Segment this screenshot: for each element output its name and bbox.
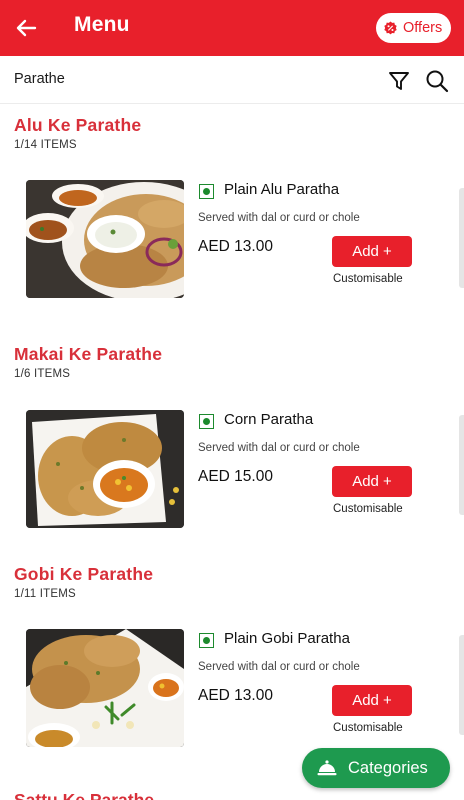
discount-badge-icon: [383, 20, 398, 36]
scroll-hint: [459, 415, 464, 515]
back-button[interactable]: [10, 12, 42, 44]
customisable-label: Customisable: [333, 722, 403, 734]
item-description: Served with dal or curd or chole: [198, 212, 360, 224]
item-price: AED 13.00: [198, 687, 273, 704]
food-image-alu-paratha[interactable]: [26, 180, 184, 298]
item-price: AED 13.00: [198, 238, 273, 255]
item-price: AED 15.00: [198, 468, 273, 485]
section-title: Makai Ke Parathe: [14, 344, 163, 364]
section-item-count: 1/6 ITEMS: [14, 368, 71, 380]
section-title: Gobi Ke Parathe: [14, 564, 154, 584]
item-name: Corn Paratha: [224, 411, 314, 428]
add-button[interactable]: Add +: [332, 466, 412, 497]
search-icon[interactable]: [424, 68, 450, 94]
filter-funnel-icon[interactable]: [387, 69, 411, 93]
menu-item-card[interactable]: Corn Paratha Served with dal or curd or …: [0, 410, 464, 528]
veg-indicator-icon: [199, 184, 214, 199]
section-title: Alu Ke Parathe: [14, 115, 142, 135]
offers-button[interactable]: Offers: [376, 13, 451, 43]
customisable-label: Customisable: [333, 503, 403, 515]
app-bar: Menu Offers: [0, 0, 464, 56]
menu-item-card[interactable]: Plain Alu Paratha Served with dal or cur…: [0, 180, 464, 298]
section-item-count: 1/14 ITEMS: [14, 139, 77, 151]
veg-indicator-icon: [199, 414, 214, 429]
category-header: Parathe: [0, 56, 464, 104]
page-title: Menu: [74, 13, 130, 36]
category-title: Parathe: [14, 71, 65, 87]
customisable-label: Customisable: [333, 273, 403, 285]
item-name: Plain Gobi Paratha: [224, 630, 350, 647]
categories-label: Categories: [348, 758, 428, 777]
categories-button[interactable]: Categories: [302, 748, 450, 788]
section-title-partial: Sattu Ke Parathe: [14, 790, 155, 800]
item-description: Served with dal or curd or chole: [198, 661, 360, 673]
add-button[interactable]: Add +: [332, 685, 412, 716]
scroll-hint: [459, 188, 464, 288]
arrow-left-icon: [16, 19, 37, 37]
add-button[interactable]: Add +: [332, 236, 412, 267]
food-image-gobi-paratha[interactable]: [26, 629, 184, 747]
veg-indicator-icon: [199, 633, 214, 648]
food-image-corn-paratha[interactable]: [26, 410, 184, 528]
food-cloche-icon: [316, 757, 338, 779]
item-description: Served with dal or curd or chole: [198, 442, 360, 454]
offers-label: Offers: [403, 20, 443, 36]
section-item-count: 1/11 ITEMS: [14, 588, 76, 600]
menu-item-card[interactable]: Plain Gobi Paratha Served with dal or cu…: [0, 629, 464, 747]
item-name: Plain Alu Paratha: [224, 181, 340, 198]
scroll-hint: [459, 635, 464, 735]
